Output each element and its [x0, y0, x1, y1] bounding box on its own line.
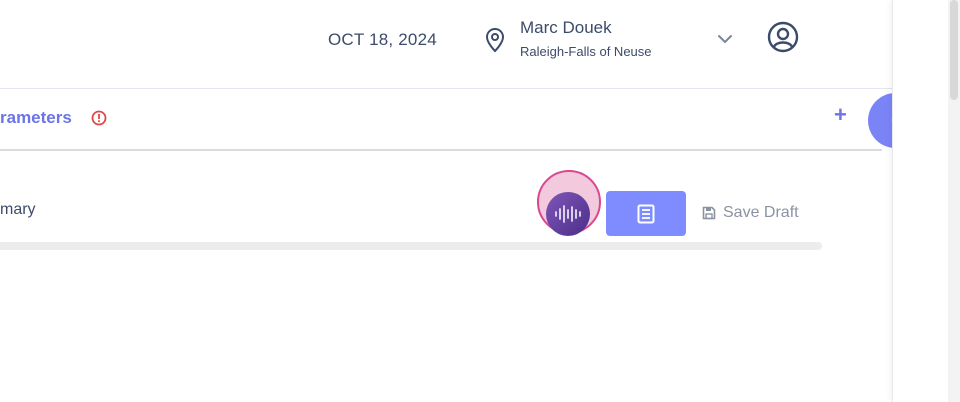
scrollbar-thumb[interactable]	[950, 0, 958, 100]
current-date: OCT 18, 2024	[328, 30, 437, 49]
save-draft-label: Save Draft	[723, 204, 799, 221]
save-draft-button[interactable]: Save Draft	[702, 204, 799, 222]
parameters-section-header: rameters +	[0, 89, 882, 151]
section-title[interactable]: rameters	[0, 108, 72, 128]
alert-circle-icon	[91, 110, 107, 126]
save-icon	[702, 206, 716, 220]
note-template-button[interactable]	[606, 191, 686, 236]
chevron-down-icon[interactable]	[716, 32, 734, 46]
top-header: OCT 18, 2024 Marc Douek Raleigh-Falls of…	[0, 0, 892, 89]
document-icon	[637, 204, 655, 224]
add-parameter-button[interactable]: +	[834, 104, 847, 126]
user-location[interactable]: Raleigh-Falls of Neuse	[520, 44, 652, 59]
summary-progress-track	[0, 242, 822, 250]
record-audio-button[interactable]	[537, 170, 601, 236]
vertical-scrollbar[interactable]	[948, 0, 960, 402]
location-pin-icon[interactable]	[485, 27, 505, 53]
user-name[interactable]: Marc Douek	[520, 18, 612, 38]
summary-label: mary	[0, 201, 36, 218]
user-circle-icon[interactable]	[767, 21, 799, 53]
audio-wave-icon	[546, 192, 590, 236]
